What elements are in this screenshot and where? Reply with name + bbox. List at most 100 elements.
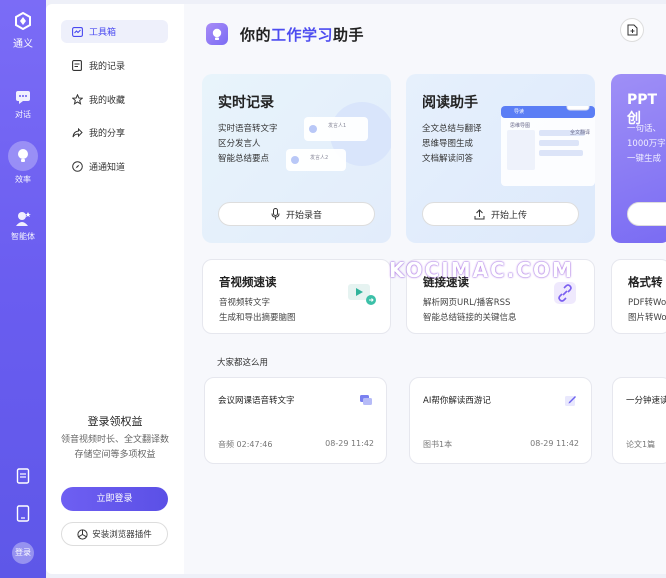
- sidebar: 工具箱 我的记录 我的收藏 我的分享 通通知道 登录领权益 领音视频时长、全文翻…: [46, 4, 184, 574]
- sidebar-item-label: 我的记录: [89, 62, 126, 72]
- sidebar-item-favorites[interactable]: 我的收藏: [61, 88, 168, 111]
- sidebar-item-shares[interactable]: 我的分享: [61, 121, 168, 144]
- feature-card-ppt[interactable]: PPT创 一句话、 1000万字 一键生成: [611, 74, 666, 243]
- card-desc-line: 实时语音转文字: [218, 124, 278, 134]
- mock-speaker-2: 发言人2: [310, 155, 329, 161]
- card-desc: 音视频转文字 生成和导出摘要脑图: [219, 296, 296, 326]
- record-icon: [71, 60, 83, 72]
- card-desc-line: 区分发言人: [218, 139, 261, 149]
- upload-icon: [474, 208, 485, 219]
- install-extension-button[interactable]: 安装浏览器插件: [61, 522, 168, 546]
- use-case-title: 一分钟速读: [626, 396, 666, 406]
- card-desc: 实时语音转文字 区分发言人 智能总结要点: [218, 122, 278, 167]
- ppt-start-button[interactable]: [627, 202, 666, 226]
- share-icon: [71, 127, 83, 139]
- assistant-icon: [206, 23, 228, 45]
- logo-icon: [15, 11, 31, 31]
- microphone-icon: [271, 208, 280, 220]
- use-case-meta: 论文1篇: [626, 440, 656, 449]
- promo-title: 登录领权益: [87, 415, 143, 428]
- rail-item-label: 对话: [15, 110, 31, 119]
- card-desc-line: 生成和导出摘要脑图: [219, 313, 296, 323]
- card-desc-line: 音视频转文字: [219, 298, 271, 308]
- tool-card-av[interactable]: 音视频速读 音视频转文字 生成和导出摘要脑图: [202, 259, 391, 334]
- agent-icon: [16, 212, 31, 226]
- start-upload-label: 开始上传: [490, 210, 527, 221]
- sidebar-item-label: 我的分享: [89, 129, 126, 139]
- card-desc-line: 1000万字: [627, 139, 666, 149]
- feature-card-realtime[interactable]: 发言人1 发言人2 实时记录 实时语音转文字 区分发言人 智能总结要点 开始录音: [202, 74, 391, 243]
- realtime-illustration: [286, 102, 391, 171]
- new-document-icon: [627, 24, 637, 36]
- rail-item-chat[interactable]: 对话: [0, 88, 46, 120]
- tablet-icon: [16, 505, 30, 522]
- card-desc: 一句话、 1000万字 一键生成: [627, 122, 666, 167]
- use-case-meta: 图书1本: [423, 440, 453, 449]
- card-title: 实时记录: [218, 95, 274, 111]
- title-suffix: 助手: [333, 26, 365, 44]
- start-upload-button[interactable]: 开始上传: [422, 202, 579, 226]
- chat-icon: [16, 91, 30, 104]
- star-icon: [71, 94, 83, 106]
- card-title: 阅读助手: [422, 95, 478, 111]
- card-desc: 全文总结与翻译 思维导图生成 文档解读问答: [422, 122, 482, 167]
- main-panel: 你的工作学习助手 发言人1 发言人2 实时记录 实时语音转文字 区分发言人 智能…: [184, 4, 666, 574]
- use-case-card[interactable]: AI帮你解读西游记 图书1本 08-29 11:42: [409, 377, 592, 464]
- rail-document-button[interactable]: [0, 468, 46, 488]
- card-title: 格式转: [628, 275, 663, 289]
- use-case-meta: 音频 02:47:46: [218, 440, 273, 449]
- mock-tab-guide: 导读: [514, 109, 525, 115]
- use-case-title: 会议网课语音转文字: [218, 396, 295, 406]
- document-icon: [16, 468, 30, 484]
- rail-item-efficiency[interactable]: 效率: [0, 141, 46, 185]
- start-recording-label: 开始录音: [285, 210, 322, 221]
- use-case-title: AI帮你解读西游记: [423, 396, 491, 406]
- edit-icon: [565, 396, 576, 406]
- sidebar-item-label: 通通知道: [89, 163, 126, 173]
- promo-desc-line1: 领音视频时长、全文翻译数: [60, 435, 169, 445]
- promo-desc-line2: 存储空间等多项权益: [74, 450, 156, 460]
- chat-bubble-icon: [360, 395, 372, 405]
- login-button[interactable]: 立即登录: [61, 487, 168, 511]
- use-case-card[interactable]: 会议网课语音转文字 音频 02:47:46 08-29 11:42: [204, 377, 387, 464]
- card-desc-line: 全文总结与翻译: [422, 124, 482, 134]
- card-desc: PDF转Wo 图片转Wo: [628, 296, 666, 326]
- card-desc-line: 一句话、: [627, 124, 662, 134]
- rail-item-label: 智能体: [11, 232, 35, 241]
- install-extension-label: 安装浏览器插件: [92, 530, 152, 540]
- rail-tablet-button[interactable]: [0, 505, 46, 526]
- app-logo[interactable]: 通义: [0, 11, 46, 50]
- sidebar-item-knowledge[interactable]: 通通知道: [61, 155, 168, 178]
- title-highlight: 工作学习: [271, 26, 334, 44]
- lightbulb-icon: [18, 149, 28, 162]
- rail-login-button[interactable]: 登录: [0, 542, 46, 564]
- title-prefix: 你的: [240, 26, 272, 44]
- new-note-button[interactable]: [620, 18, 644, 42]
- tool-card-format[interactable]: 格式转 PDF转Wo 图片转Wo: [611, 259, 666, 334]
- active-indicator: [8, 141, 38, 171]
- card-desc-line: 智能总结要点: [218, 154, 270, 164]
- compass-icon: [71, 161, 83, 173]
- watermark: KOCIMAC.COM: [389, 258, 574, 282]
- start-recording-button[interactable]: 开始录音: [218, 202, 375, 226]
- extension-icon: [77, 528, 88, 540]
- left-rail: 通义 对话 效率 智能体 登录: [0, 0, 46, 578]
- link-icon: [554, 282, 576, 304]
- toolbox-icon: [71, 26, 83, 38]
- card-desc-line: 思维导图生成: [422, 139, 474, 149]
- feature-card-reading[interactable]: 导读 思维导图 全文翻译 阅读助手 全文总结与翻译 思维导图生成 文档解读问答 …: [406, 74, 595, 243]
- login-avatar: 登录: [12, 542, 34, 564]
- rail-item-agent[interactable]: 智能体: [0, 210, 46, 242]
- card-desc-line: 智能总结链接的关键信息: [423, 313, 517, 323]
- use-case-date: 08-29 11:42: [530, 439, 579, 448]
- card-title: 音视频速读: [219, 275, 277, 289]
- sidebar-item-label: 我的收藏: [89, 96, 126, 106]
- sidebar-item-toolbox[interactable]: 工具箱: [61, 20, 168, 43]
- sidebar-item-records[interactable]: 我的记录: [61, 54, 168, 77]
- reading-illustration: [501, 106, 595, 186]
- use-case-card[interactable]: 一分钟速读 论文1篇: [612, 377, 666, 464]
- rail-item-label: 效率: [15, 175, 31, 184]
- mock-speaker-1: 发言人1: [328, 123, 347, 129]
- card-desc-line: 图片转Wo: [628, 313, 666, 323]
- use-case-date: 08-29 11:42: [325, 439, 374, 448]
